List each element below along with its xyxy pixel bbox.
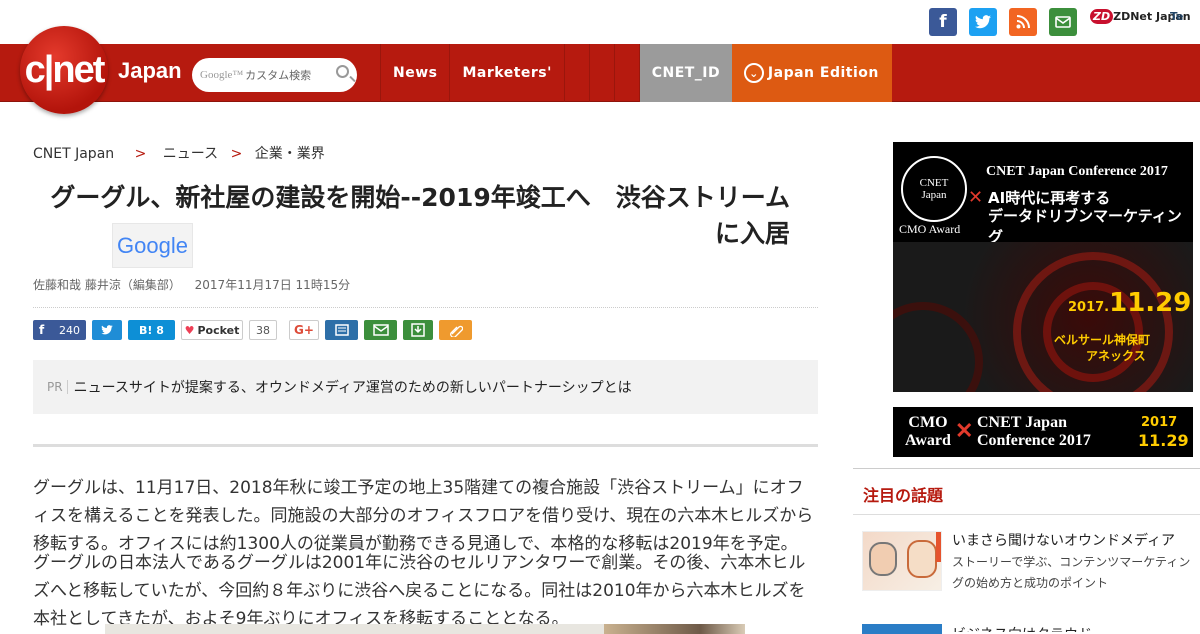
- feature-title[interactable]: いまさら聞けないオウンドメディア: [952, 530, 1192, 550]
- breadcrumb: CNET Japan > ニュース > 企業・業界: [33, 143, 325, 163]
- breadcrumb-separator: >: [230, 146, 243, 162]
- search-icon[interactable]: [336, 65, 349, 78]
- nav-spacer: [563, 44, 589, 102]
- paperclip-icon: [449, 325, 463, 337]
- feature-subtitle[interactable]: ストーリーで学ぶ、コンテンツマーケティングの始め方と成功のポイント: [952, 552, 1192, 594]
- article-paragraph: グーグルの日本法人であるグーグルは2001年に渋谷のセルリアンタワーで創業。その…: [33, 553, 806, 629]
- breadcrumb-item[interactable]: ニュース: [163, 146, 218, 162]
- nav-spacer: [588, 44, 614, 102]
- te-link[interactable]: Te: [1170, 10, 1184, 23]
- primary-nav: News Marketers' CNET_ID ⌄ Japan Edition: [380, 44, 892, 102]
- feature-title[interactable]: ビジネス向けクラウド: [952, 624, 1092, 632]
- chevron-down-icon: ⌄: [743, 63, 764, 83]
- edition-selector[interactable]: ⌄ Japan Edition: [731, 44, 892, 102]
- divider: [33, 444, 818, 447]
- search-box[interactable]: Google™ カスタム検索: [192, 58, 357, 92]
- clip-button[interactable]: [439, 320, 472, 340]
- edition-label: Japan Edition: [767, 65, 879, 81]
- print-button[interactable]: [325, 320, 358, 340]
- breadcrumb-item[interactable]: CNET Japan: [33, 146, 114, 162]
- ad-venue: ベルサール神保町: [1054, 333, 1151, 347]
- ad2-date: 11.29: [1138, 431, 1189, 450]
- author[interactable]: 佐藤和哉 藤井涼（編集部）: [33, 278, 181, 292]
- ad-venue-2: アネックス: [1086, 349, 1146, 363]
- facebook-icon: f: [39, 323, 45, 337]
- sidebar-section-title: 注目の話題: [863, 486, 944, 505]
- ad-x-mark: ✕: [968, 187, 984, 208]
- pr-tag: PR: [47, 380, 68, 394]
- google-plus-button[interactable]: G+: [289, 320, 319, 340]
- article-photo: [105, 624, 745, 634]
- sidebar-ad-banner[interactable]: CMO Award ✕ CNET Japan Conference 2017 201…: [893, 407, 1193, 457]
- google-plus-icon: G+: [294, 323, 314, 337]
- divider: [853, 468, 1200, 469]
- mail-icon[interactable]: [1049, 8, 1077, 36]
- social-links: f: [929, 8, 1077, 36]
- pocket-icon: ♥: [184, 323, 195, 337]
- facebook-icon[interactable]: f: [929, 8, 957, 36]
- download-icon: [411, 323, 425, 337]
- twitter-icon[interactable]: [969, 8, 997, 36]
- breadcrumb-item[interactable]: 企業・業界: [255, 146, 325, 162]
- pr-link[interactable]: ニュースサイトが提案する、オウンドメディア運営のための新しいパートナーシップとは: [74, 377, 632, 397]
- facebook-share-count: 240: [59, 323, 80, 337]
- cmo-award-label: CMO Award: [899, 222, 961, 236]
- ad2-cmo-award: CMO Award: [905, 414, 951, 449]
- ad-date: 2017.11.29: [1068, 288, 1192, 318]
- google-logo-image: Google: [112, 223, 193, 268]
- article-paragraph: グーグルは、11月17日、2018年秋に竣工予定の地上35階建ての複合施設「渋谷…: [33, 478, 814, 554]
- share-bar: f 240 B! 8 ♥ Pocket 38 G+: [33, 320, 472, 340]
- nav-spacer: [613, 44, 639, 102]
- pr-banner[interactable]: PR ニュースサイトが提案する、オウンドメディア運営のための新しいパートナーシッ…: [33, 360, 818, 414]
- breadcrumb-separator: >: [134, 146, 147, 162]
- twitter-icon: [101, 325, 113, 335]
- feature-thumbnail[interactable]: [862, 624, 942, 634]
- feature-thumbnail[interactable]: [862, 531, 942, 591]
- ad-conference-title: CNET Japan Conference 2017: [986, 164, 1168, 179]
- hatena-bookmark-button[interactable]: B! 8: [128, 320, 175, 340]
- ad-tagline-2: データドリブンマーケティング: [988, 207, 1182, 246]
- logo-japan-label[interactable]: Japan: [118, 58, 182, 84]
- facebook-share-button[interactable]: f 240: [33, 320, 86, 340]
- mail-icon: [372, 324, 389, 336]
- ad2-conference: CNET Japan Conference 2017: [977, 414, 1091, 449]
- ad2-year: 2017: [1141, 415, 1178, 430]
- divider: [33, 307, 818, 308]
- mail-share-button[interactable]: [364, 320, 397, 340]
- byline: 佐藤和哉 藤井涼（編集部） 2017年11月17日 11時15分: [33, 276, 350, 293]
- pocket-count: 38: [249, 320, 277, 340]
- search-input[interactable]: カスタム検索: [245, 67, 311, 83]
- cnet-id-button[interactable]: CNET_ID: [638, 44, 732, 102]
- pocket-button[interactable]: ♥ Pocket: [181, 320, 243, 340]
- nav-item-news[interactable]: News: [380, 44, 449, 102]
- publish-date: 2017年11月17日 11時15分: [194, 278, 351, 292]
- nav-item-marketers[interactable]: Marketers': [449, 44, 563, 102]
- cmo-award-badge: CNET Japan: [901, 156, 967, 222]
- search-google-mark: Google™: [200, 69, 244, 81]
- print-icon: [334, 324, 349, 336]
- divider: [853, 514, 1200, 515]
- rss-icon[interactable]: [1009, 8, 1037, 36]
- sidebar-ad-conference[interactable]: CNET Japan CMO Award CNET Japan Conferen…: [893, 142, 1193, 392]
- ad2-x-mark: ✕: [955, 418, 974, 443]
- cnet-logo[interactable]: c|net: [20, 26, 108, 114]
- twitter-share-button[interactable]: [92, 320, 122, 340]
- download-button[interactable]: [403, 320, 433, 340]
